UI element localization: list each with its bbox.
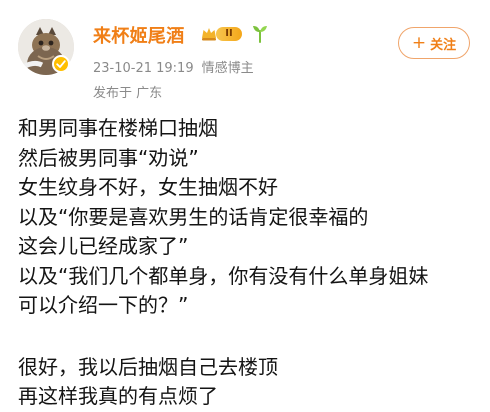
follow-label: 关注	[430, 37, 457, 53]
post-line: 以及“你要是喜欢男生的话肯定很幸福的	[18, 204, 369, 229]
post-category: 情感博主	[201, 61, 254, 76]
member-level-label: II	[216, 27, 242, 41]
post-time: 23-10-21 19:19	[93, 61, 194, 76]
post-header: 来杯姬尾酒 II 23-10-21 19:19 情感博主 发布于 广东 + 关注	[0, 0, 490, 101]
plant-icon	[253, 26, 267, 43]
post-line: 然后被男同事“劝说”	[18, 145, 199, 170]
member-level-badge: II	[200, 25, 248, 43]
plus-icon: +	[411, 32, 427, 53]
post-line: 很好，我以后抽烟自己去楼顶	[18, 354, 278, 379]
post-line: 再这样我真的有点烦了	[18, 384, 218, 408]
verified-badge-icon	[52, 55, 70, 73]
post-location: 发布于 广东	[93, 86, 163, 101]
post-line: 可以介绍一下的？”	[18, 293, 189, 317]
follow-button[interactable]: + 关注	[398, 27, 470, 59]
post-line: 和男同事在楼梯口抽烟	[18, 116, 218, 140]
post-line: 这会儿已经成家了”	[18, 234, 189, 258]
post-content: 和男同事在楼梯口抽烟 然后被男同事“劝说” 女生纹身不好，女生抽烟不好 以及“你…	[18, 114, 472, 412]
username[interactable]: 来杯姬尾酒	[93, 22, 185, 48]
post-line: 女生纹身不好，女生抽烟不好	[18, 175, 278, 199]
post-meta: 23-10-21 19:19 情感博主	[93, 57, 254, 76]
post-line: 以及“我们几个都单身，你有没有什么单身姐妹	[18, 263, 429, 288]
